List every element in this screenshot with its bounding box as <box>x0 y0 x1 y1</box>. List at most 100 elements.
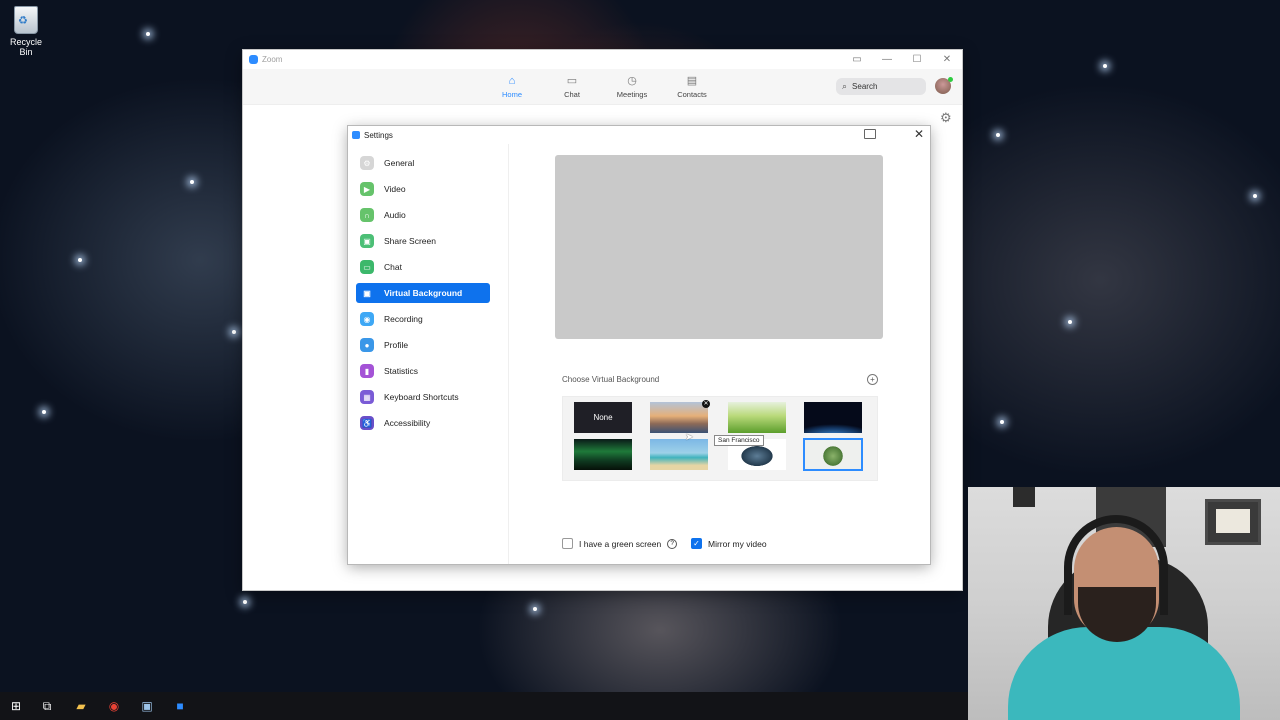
sidebar-item-label: Audio <box>384 210 406 220</box>
search-placeholder: Search <box>852 82 878 91</box>
star <box>996 133 1000 137</box>
background-grass-thumb[interactable] <box>728 402 786 433</box>
maximize-button[interactable]: ☐ <box>902 50 932 69</box>
star <box>533 607 537 611</box>
sidebar-item-statistics[interactable]: ▮ Statistics <box>356 361 490 381</box>
tab-meetings[interactable]: ◷ Meetings <box>607 75 657 99</box>
search-input[interactable]: ⌕ Search <box>836 78 926 95</box>
recycle-bin-shortcut[interactable]: ♻ Recycle Bin <box>4 6 48 57</box>
star <box>243 600 247 604</box>
tab-label: Meetings <box>616 90 648 99</box>
home-icon: ⌂ <box>508 75 516 87</box>
mirror-video-option[interactable]: ✓ Mirror my video <box>691 538 767 549</box>
recycle-bin-label: Recycle Bin <box>9 37 42 57</box>
star <box>1253 194 1257 198</box>
choose-background-label: Choose Virtual Background <box>562 375 660 384</box>
chat-bubble-icon: ▭ <box>566 75 578 87</box>
tab-label: Contacts <box>677 90 707 99</box>
person-icon: ▣ <box>363 288 371 298</box>
close-button[interactable]: ✕ <box>912 127 926 141</box>
background-beach-thumb[interactable] <box>650 439 708 470</box>
settings-title: Settings <box>364 130 393 140</box>
background-earth-thumb[interactable] <box>804 402 862 433</box>
sidebar-item-recording[interactable]: ◉ Recording <box>356 309 490 329</box>
task-view-icon[interactable]: ⧉ <box>33 696 61 716</box>
window-controls: ▭ — ☐ ✕ <box>842 50 962 69</box>
sidebar-item-virtual-background[interactable]: ▣ Virtual Background <box>356 283 490 303</box>
sidebar-item-label: Accessibility <box>384 418 431 428</box>
green-screen-option[interactable]: I have a green screen ? <box>562 538 678 549</box>
close-button[interactable]: ✕ <box>932 50 962 69</box>
background-aurora-thumb[interactable] <box>574 439 632 470</box>
sidebar-item-label: Statistics <box>384 366 419 376</box>
star <box>42 410 46 414</box>
tab-label: Chat <box>564 90 580 99</box>
sidebar-item-accessibility[interactable]: ♿ Accessibility <box>356 413 490 433</box>
mirror-video-checkbox[interactable]: ✓ <box>691 538 702 549</box>
sidebar-item-profile[interactable]: ● Profile <box>356 335 490 355</box>
sidebar-item-label: Share Screen <box>384 236 436 246</box>
video-preview <box>555 155 883 339</box>
none-label: None <box>593 413 613 422</box>
clock-icon: ◷ <box>627 75 637 87</box>
star <box>1068 320 1072 324</box>
settings-dialog: Settings ✕ ⚙ General ▶ Video ∩ Audio ▣ S… <box>348 126 930 564</box>
profile-icon: ● <box>360 338 374 352</box>
delete-background-icon[interactable]: ✕ <box>702 400 710 408</box>
recycle-bin-icon: ♻ <box>14 6 38 34</box>
settings-sidebar: ⚙ General ▶ Video ∩ Audio ▣ Share Screen… <box>348 144 509 564</box>
background-tooltip: San Francisco <box>714 435 764 446</box>
settings-gear-icon[interactable]: ⚙ <box>940 110 952 126</box>
sidebar-item-label: Recording <box>384 314 423 324</box>
star <box>1103 64 1107 68</box>
tab-home[interactable]: ⌂ Home <box>487 75 537 99</box>
background-san-francisco-thumb[interactable] <box>650 402 708 433</box>
wall-frame <box>1013 487 1035 507</box>
background-none-thumb[interactable]: None <box>574 402 632 433</box>
sidebar-item-label: Keyboard Shortcuts <box>384 392 459 402</box>
share-screen-icon: ▣ <box>360 234 374 248</box>
app-window-icon[interactable]: ▣ <box>133 696 161 716</box>
sidebar-item-general[interactable]: ⚙ General <box>356 153 490 173</box>
contacts-icon: ▤ <box>686 75 698 87</box>
wall-certificate <box>1205 499 1261 545</box>
green-screen-label: I have a green screen <box>579 538 662 549</box>
tab-chat[interactable]: ▭ Chat <box>547 75 597 99</box>
sidebar-item-label: Virtual Background <box>384 288 463 298</box>
background-frog-thumb[interactable] <box>803 438 863 471</box>
star <box>232 330 236 334</box>
minimize-button[interactable]: — <box>872 50 902 69</box>
sidebar-item-share-screen[interactable]: ▣ Share Screen <box>356 231 490 251</box>
sidebar-item-label: Profile <box>384 340 409 350</box>
file-explorer-icon[interactable]: ▰ <box>67 696 95 716</box>
gear-icon: ⚙ <box>360 156 374 170</box>
pin-icon[interactable]: ▭ <box>842 50 872 69</box>
pin-icon[interactable] <box>864 129 876 139</box>
zoom-window-title: Zoom <box>262 55 283 64</box>
windows-start-icon[interactable]: ⊞ <box>2 696 30 716</box>
sidebar-item-label: Chat <box>384 262 402 272</box>
headphones-icon: ∩ <box>360 208 374 222</box>
green-screen-checkbox[interactable] <box>562 538 573 549</box>
star <box>146 32 150 36</box>
sidebar-item-audio[interactable]: ∩ Audio <box>356 205 490 225</box>
online-status-dot <box>948 77 953 82</box>
add-background-button[interactable]: + <box>867 374 878 385</box>
star <box>1000 420 1004 424</box>
tab-contacts[interactable]: ▤ Contacts <box>667 75 717 99</box>
sidebar-item-label: Video <box>384 184 406 194</box>
search-icon: ⌕ <box>842 81 848 91</box>
tab-label: Home <box>501 90 522 99</box>
sidebar-item-label: General <box>384 158 415 168</box>
taskbar: ⊞ ⧉ ▰ ◉ ▣ ■ <box>0 692 968 720</box>
help-icon[interactable]: ? <box>667 538 678 549</box>
accessibility-icon: ♿ <box>360 416 374 430</box>
chrome-icon[interactable]: ◉ <box>100 696 128 716</box>
sidebar-item-chat[interactable]: ▭ Chat <box>356 257 490 277</box>
keyboard-icon: ▦ <box>360 390 374 404</box>
bar-chart-icon: ▮ <box>360 364 374 378</box>
zoom-logo-icon <box>249 55 258 64</box>
sidebar-item-video[interactable]: ▶ Video <box>356 179 490 199</box>
sidebar-item-keyboard-shortcuts[interactable]: ▦ Keyboard Shortcuts <box>356 387 490 407</box>
zoom-taskbar-icon[interactable]: ■ <box>166 696 194 716</box>
